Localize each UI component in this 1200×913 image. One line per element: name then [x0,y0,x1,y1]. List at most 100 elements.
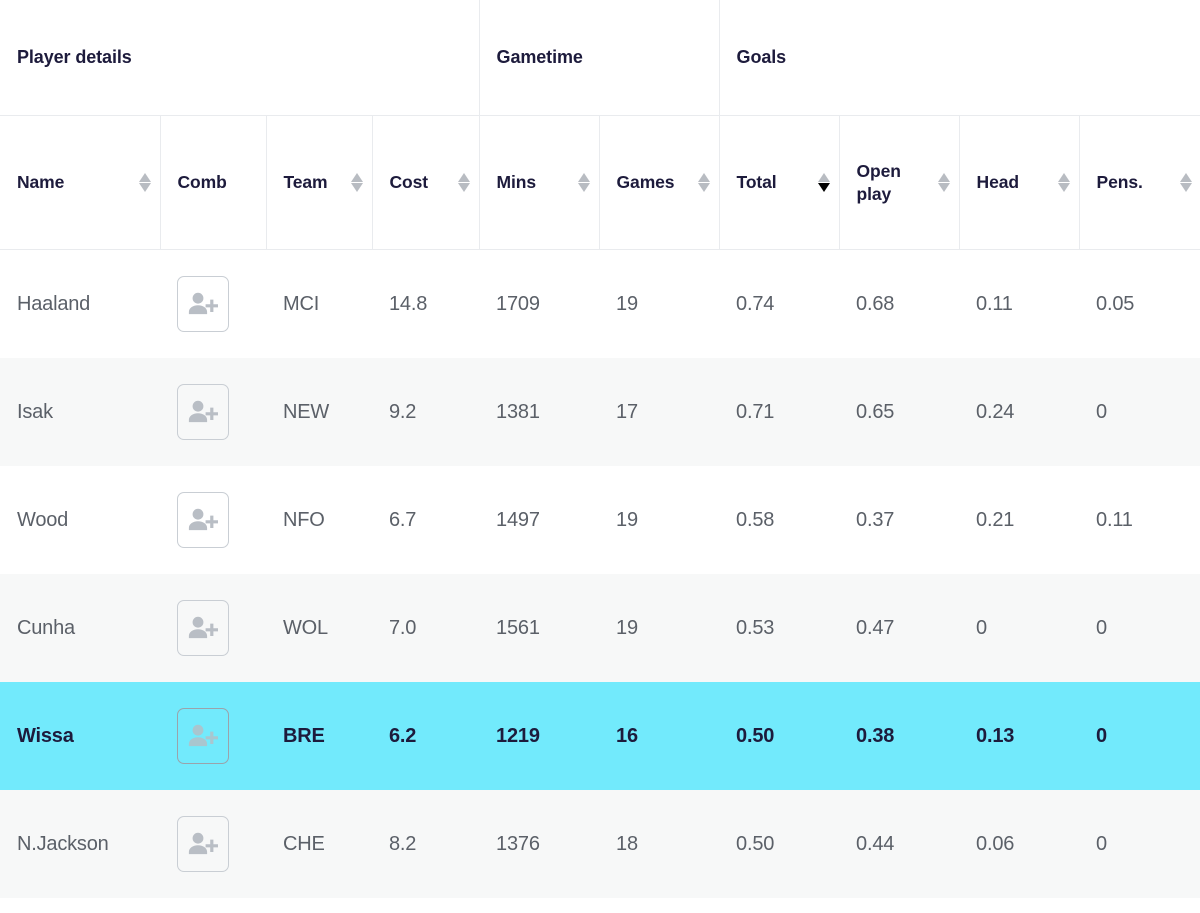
sort-arrows-pens[interactable] [1179,172,1192,193]
sort-arrows-open_play[interactable] [938,172,951,193]
cell-head: 0.21 [976,508,1015,531]
cell-cost: 6.7 [389,508,417,531]
cell-team: WOL [283,616,328,639]
column-header-pens[interactable]: Pens. [1079,115,1200,250]
cell-games: 19 [616,292,638,315]
cell-total: 0.53 [736,616,775,639]
cell-head: 0.06 [976,832,1015,855]
cell-name: Wood [17,508,69,531]
cell-games: 19 [616,616,638,639]
cell-head: 0 [976,616,987,639]
add-player-button[interactable] [177,492,229,548]
add-person-icon [188,831,218,857]
table-head: Player details Gametime Goals Name Comb Team… [0,0,1200,250]
cell-mins: 1709 [496,292,540,315]
sort-asc-icon [1179,172,1192,182]
cell-team: MCI [283,292,320,315]
sort-arrows-games[interactable] [698,172,711,193]
cell-mins: 1561 [496,616,540,639]
column-header-open_play[interactable]: Open play [839,115,960,250]
sort-arrows-team[interactable] [351,172,364,193]
column-header-name[interactable]: Name [0,115,161,250]
cell-comb [160,358,266,466]
cell-mins: 1376 [496,832,540,855]
table-row[interactable]: Haaland MCI 14.8 1709 19 0.74 0.68 0.11 0.05 [0,249,1200,359]
cell-name: Isak [17,400,53,423]
table-row[interactable]: Wood NFO 6.7 1497 19 0.58 0.37 0.21 0.11 [0,466,1200,574]
table-row[interactable]: Wissa BRE 6.2 1219 16 0.50 0.38 0.13 0 [0,682,1200,790]
player-stats-table: Player details Gametime Goals Name Comb Team… [0,0,1200,898]
cell-pens: 0 [1096,616,1107,639]
column-header-label-total: Total [736,172,777,193]
add-person-icon [188,399,218,425]
column-header-label-pens: Pens. [1096,172,1143,193]
cell-pens: 0.11 [1096,508,1133,531]
sort-arrows-name[interactable] [139,172,152,193]
cell-team: BRE [283,724,325,747]
cell-total: 0.50 [736,832,775,855]
cell-comb [160,574,266,682]
cell-open-play: 0.44 [856,832,895,855]
sort-arrows-mins[interactable] [578,172,591,193]
cell-games: 18 [616,832,638,855]
sort-asc-icon [938,172,951,182]
cell-comb [160,790,266,898]
sort-desc-icon [818,183,831,193]
cell-comb [160,466,266,574]
cell-pens: 0 [1096,832,1107,855]
group-header-player-details: Player details [0,0,480,116]
cell-pens: 0 [1096,724,1107,747]
cell-total: 0.71 [736,400,775,423]
cell-total: 0.74 [736,292,775,315]
sort-asc-icon [139,172,151,182]
column-header-label-name: Name [17,172,65,193]
cell-games: 16 [616,724,638,747]
column-header-comb: Comb [160,115,267,250]
add-player-button[interactable] [177,384,229,440]
sort-desc-icon [1179,183,1192,193]
cell-cost: 7.0 [389,616,417,639]
sort-desc-icon [698,183,711,193]
sort-arrows-cost[interactable] [458,172,471,193]
cell-team: NFO [283,508,325,531]
sort-asc-icon [818,172,831,182]
cell-head: 0.24 [976,400,1015,423]
column-header-mins[interactable]: Mins [479,115,600,250]
column-header-label-games: Games [616,172,675,193]
sort-asc-icon [458,172,471,182]
cell-mins: 1219 [496,724,540,747]
cell-name: Cunha [17,616,75,639]
sort-arrows-head[interactable] [1058,172,1071,193]
cell-cost: 8.2 [389,832,417,855]
cell-head: 0.13 [976,724,1015,747]
table-row[interactable]: N.Jackson CHE 8.2 1376 18 0.50 0.44 0.06 0 [0,790,1200,898]
cell-total: 0.58 [736,508,775,531]
add-player-button[interactable] [177,816,229,872]
group-header-gametime: Gametime [479,0,720,116]
sort-asc-icon [698,172,711,182]
cell-cost: 6.2 [389,724,417,747]
column-header-head[interactable]: Head [959,115,1080,250]
table-row[interactable]: Cunha WOL 7.0 1561 19 0.53 0.47 0 0 [0,574,1200,682]
add-player-button[interactable] [177,600,229,656]
column-header-label-cost: Cost [389,172,429,193]
cell-head: 0.11 [976,292,1013,315]
sort-asc-icon [351,172,363,182]
cell-comb [160,250,266,359]
cell-team: CHE [283,832,325,855]
add-player-button[interactable] [177,708,229,764]
sort-desc-icon [938,183,951,193]
column-header-label-head: Head [976,172,1020,193]
group-header-goals: Goals [719,0,1200,116]
sort-desc-icon [351,183,363,193]
table-row[interactable]: Isak NEW 9.2 1381 17 0.71 0.65 0.24 0 [0,358,1200,466]
column-header-games[interactable]: Games [599,115,720,250]
column-header-cost[interactable]: Cost [372,115,480,250]
add-person-icon [188,615,218,641]
sort-asc-icon [578,172,591,182]
column-header-label-open_play: Open play [856,161,901,204]
column-header-team[interactable]: Team [266,115,373,250]
column-header-total[interactable]: Total [719,115,840,250]
add-player-button[interactable] [177,276,229,332]
sort-arrows-total[interactable] [818,172,831,193]
